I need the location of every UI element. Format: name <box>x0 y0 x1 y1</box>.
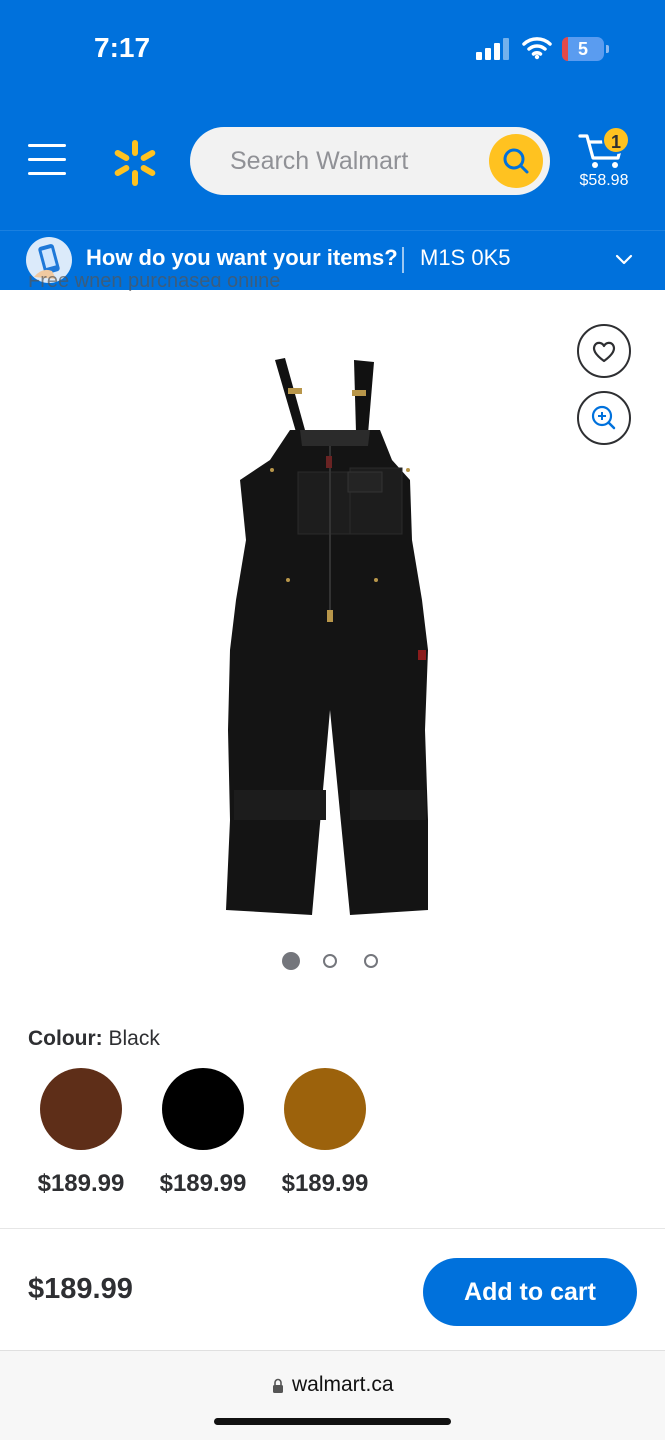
status-bar: 7:17 5 <box>0 0 665 100</box>
url-text: walmart.ca <box>292 1373 394 1396</box>
status-time: 7:17 <box>94 32 151 63</box>
search-bar <box>190 127 550 195</box>
favorite-button[interactable] <box>577 324 631 378</box>
colour-price-tan: $189.99 <box>281 1170 369 1197</box>
colour-swatch-tan[interactable] <box>284 1068 366 1150</box>
cart-count-badge: 1 <box>602 126 630 154</box>
lock-icon <box>273 1378 283 1393</box>
walmart-spark-logo[interactable] <box>110 138 160 188</box>
postal-code: M1S 0K5 <box>420 245 511 270</box>
search-button[interactable] <box>489 134 543 188</box>
browser-url-bar[interactable]: walmart.ca <box>0 1350 665 1440</box>
delivery-question: How do you want your items? <box>86 245 398 270</box>
cart-total: $58.98 <box>579 172 629 189</box>
header: 1 $58.98 <box>0 100 665 230</box>
colour-swatch-brown[interactable] <box>40 1068 122 1150</box>
colour-price-black: $189.99 <box>159 1170 247 1197</box>
zoom-button[interactable] <box>577 391 631 445</box>
carousel-dot-1[interactable] <box>282 952 300 970</box>
cart-button[interactable]: 1 $58.98 <box>572 126 636 196</box>
zoom-in-icon <box>591 405 616 430</box>
search-input[interactable] <box>230 127 490 195</box>
search-icon <box>503 148 529 174</box>
chevron-down-icon <box>615 254 633 265</box>
colour-label-title: Colour: <box>28 1027 103 1050</box>
delivery-divider <box>402 247 404 273</box>
colour-selected-value: Black <box>108 1027 160 1050</box>
colour-price-brown: $189.99 <box>37 1170 125 1197</box>
carousel-dot-2[interactable] <box>323 954 337 968</box>
sticky-add-to-cart-bar: $189.99 Add to cart <box>0 1228 665 1350</box>
menu-icon[interactable] <box>28 144 66 176</box>
product-image[interactable] <box>200 350 460 920</box>
battery-level: 5 <box>577 39 588 59</box>
carousel-indicator <box>282 952 392 972</box>
product-price: $189.99 <box>28 1273 133 1305</box>
wifi-icon <box>522 37 552 60</box>
heart-icon <box>592 341 616 363</box>
add-to-cart-button[interactable]: Add to cart <box>423 1258 637 1326</box>
home-indicator[interactable] <box>214 1418 451 1425</box>
carousel-dot-3[interactable] <box>364 954 378 968</box>
battery-icon: 5 <box>562 37 609 61</box>
free-shipping-note: Free when purchased online <box>28 276 281 291</box>
colour-selector-label: Colour: Black <box>28 1027 160 1051</box>
cellular-signal-icon <box>476 38 510 60</box>
colour-swatch-black[interactable] <box>162 1068 244 1150</box>
